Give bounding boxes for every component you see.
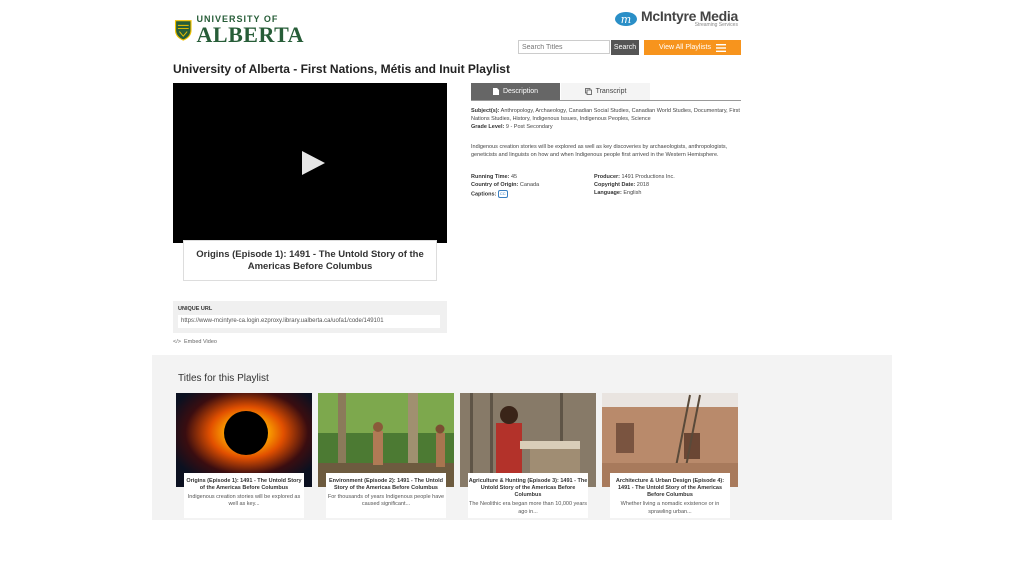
running-time-label: Running Time: [471, 173, 510, 180]
description-text: Indigenous creation stories will be expl… [471, 143, 728, 158]
unique-url-label: UNIQUE URL [178, 306, 213, 312]
grade-label: Grade Level: [471, 123, 505, 130]
document-icon [492, 88, 499, 95]
tab-transcript-label: Transcript [595, 88, 627, 95]
hamburger-menu-icon [716, 43, 726, 52]
card-title[interactable]: Architecture & Urban Design (Episode 4):… [610, 478, 730, 499]
search-input[interactable] [518, 40, 610, 54]
mcintyre-cloud-icon: m [615, 12, 637, 26]
card-description: The Neolithic era began more than 10,000… [468, 501, 588, 515]
producer-value: 1491 Productions Inc. [621, 173, 675, 180]
card-description: Indigenous creation stories will be expl… [187, 494, 301, 508]
playlist-card-4[interactable]: Architecture & Urban Design (Episode 4):… [602, 393, 738, 518]
meta-block: Running Time: 45 Producer: 1491 Producti… [471, 174, 741, 199]
video-player[interactable] [173, 83, 447, 243]
producer-label: Producer: [594, 173, 620, 180]
mcintyre-media-logo[interactable]: m McIntyre Media Streaming Services [614, 6, 742, 30]
tab-description[interactable]: Description [471, 83, 560, 100]
grade-row: Grade Level: 9 - Post Secondary [471, 124, 741, 132]
tab-transcript[interactable]: Transcript [561, 83, 650, 100]
page-title: University of Alberta - First Nations, M… [173, 62, 510, 76]
grade-value: 9 - Post Secondary [505, 123, 553, 130]
unique-url-field[interactable]: https://www-mcintyre-ca.login.ezproxy.li… [178, 315, 440, 328]
ua-logo-line2: ALBERTA [196, 21, 304, 47]
card-title[interactable]: Agriculture & Hunting (Episode 3): 1491 … [468, 478, 588, 499]
university-of-alberta-logo[interactable]: UNIVERSITY OF ALBERTA [174, 14, 304, 46]
search-button[interactable]: Search [611, 40, 639, 55]
closed-captions-icon: CC [497, 189, 508, 198]
details-panel: Subject(s): Anthropology, Archaeology, C… [471, 108, 741, 199]
playlist-card-1[interactable]: Origins (Episode 1): 1491 - The Untold S… [176, 393, 312, 518]
play-icon[interactable] [300, 150, 326, 176]
card-description: For thousands of years Indigenous people… [327, 494, 445, 508]
unique-url-box: UNIQUE URL https://www-mcintyre-ca.login… [173, 301, 447, 333]
subjects-row: Subject(s): Anthropology, Archaeology, C… [471, 108, 741, 124]
playlist-heading: Titles for this Playlist [178, 373, 269, 384]
playlist-section: Titles for this Playlist Origins (Episod… [152, 355, 892, 520]
video-title: Origins (Episode 1): 1491 - The Untold S… [183, 240, 437, 281]
country-label: Country of Origin: [471, 181, 519, 188]
view-all-label: View All Playlists [658, 44, 711, 51]
embed-video-label: Embed Video [184, 339, 217, 345]
language-label: Language: [594, 189, 622, 196]
running-time-value: 45 [510, 173, 518, 180]
copy-icon [584, 88, 592, 95]
copyright-label: Copyright Date: [594, 181, 636, 188]
captions-label: Captions: [471, 191, 497, 198]
card-title[interactable]: Environment (Episode 2): 1491 - The Unto… [326, 478, 446, 492]
mcintyre-name: McIntyre Media [641, 7, 738, 24]
ua-shield-icon [174, 20, 192, 41]
subjects-label: Subject(s): [471, 108, 500, 114]
subjects-value: Anthropology, Archaeology, Canadian Soci… [471, 108, 740, 122]
copyright-value: 2018 [636, 181, 650, 188]
code-icon: </> [173, 339, 181, 345]
card-title[interactable]: Origins (Episode 1): 1491 - The Untold S… [184, 478, 304, 492]
svg-text:m: m [621, 13, 631, 26]
view-all-playlists-button[interactable]: View All Playlists [644, 40, 741, 55]
country-value: Canada [519, 181, 540, 188]
card-description: Whether living a nomadic existence or in… [620, 501, 720, 515]
tab-description-label: Description [502, 88, 538, 95]
tab-divider [471, 100, 741, 101]
playlist-card-3[interactable]: Agriculture & Hunting (Episode 3): 1491 … [460, 393, 596, 518]
mcintyre-tagline: Streaming Services [694, 21, 738, 28]
embed-video-link[interactable]: </> Embed Video [173, 339, 217, 345]
language-value: English [623, 189, 642, 196]
playlist-card-2[interactable]: Environment (Episode 2): 1491 - The Unto… [318, 393, 454, 518]
